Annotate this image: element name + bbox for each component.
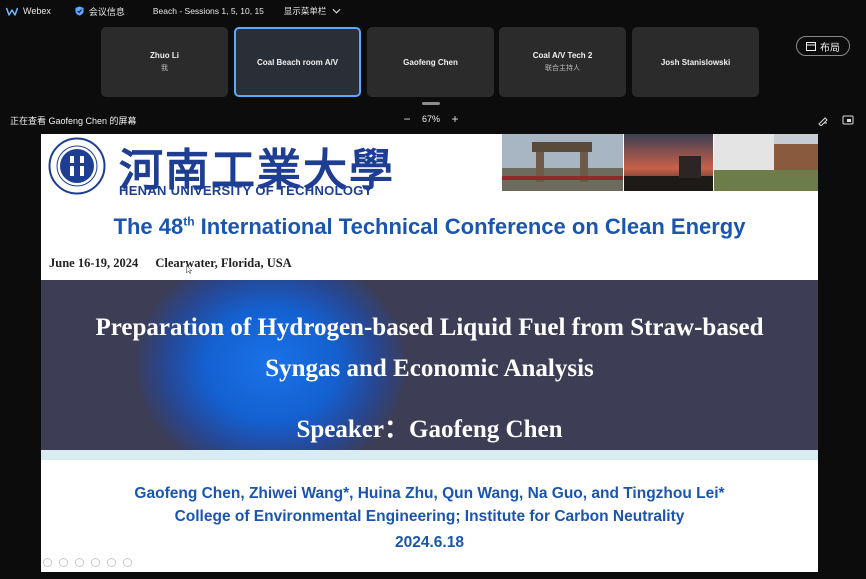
- conference-title-sup: th: [183, 214, 195, 229]
- participant-role: 联合主持人: [545, 65, 580, 72]
- university-name-en: HENAN UNIVERSITY OF TECHNOLOGY: [119, 183, 373, 198]
- participant-tile-active[interactable]: Coal Beach room A/V: [234, 27, 361, 97]
- participant-name: Coal Beach room A/V: [256, 57, 339, 67]
- band-divider: [41, 450, 818, 460]
- campus-sunset-photo: [624, 134, 713, 191]
- participant-tile[interactable]: Josh Stanislowski: [632, 27, 759, 97]
- share-view-bar: 正在查看 Gaofeng Chen 的屏幕 − 67% +: [0, 111, 866, 129]
- zoom-control: − 67% +: [400, 112, 462, 126]
- app-name: Webex: [23, 6, 51, 16]
- participant-name: Zhuo Li: [150, 51, 179, 60]
- talk-title-line2: Syngas and Economic Analysis: [265, 355, 594, 382]
- pen-icon[interactable]: [75, 558, 84, 567]
- participant-tile[interactable]: Coal A/V Tech 2 联合主持人: [499, 27, 626, 97]
- speaker: Speaker：Gaofeng Chen: [296, 416, 563, 443]
- shield-icon: [75, 6, 84, 16]
- strip-resize-handle[interactable]: [422, 102, 440, 105]
- talk-date: 2024.6.18: [395, 534, 464, 551]
- shared-screen: 河南工業大學 HENAN UNIVERSITY OF TECHNOLOGY Th…: [41, 134, 818, 572]
- conference-title: The 48th International Technical Confere…: [41, 214, 818, 240]
- conference-title-prefix: The 48: [113, 214, 184, 239]
- zoom-out-button[interactable]: −: [400, 112, 414, 126]
- participant-name: Josh Stanislowski: [660, 57, 731, 67]
- pop-out-share-icon[interactable]: [842, 114, 854, 126]
- university-emblem-icon: [48, 137, 106, 195]
- app-title: Webex: [6, 6, 51, 16]
- conference-date: June 16-19, 2024: [49, 256, 139, 270]
- authors: Gaofeng Chen, Zhiwei Wang*, Huina Zhu, Q…: [134, 485, 725, 502]
- title-band: Preparation of Hydrogen-based Liquid Fue…: [41, 280, 818, 450]
- slides-icon[interactable]: [91, 558, 100, 567]
- zoom-level: 67%: [422, 114, 441, 124]
- conference-location: Clearwater, Florida, USA: [155, 256, 292, 270]
- prev-slide-icon[interactable]: [43, 558, 52, 567]
- layout-label: 布局: [820, 42, 840, 54]
- show-menubar-button[interactable]: 显示菜单栏: [284, 5, 342, 17]
- chevron-down-icon: [332, 8, 341, 14]
- webex-logo-icon: [6, 7, 18, 16]
- more-icon[interactable]: [123, 558, 132, 567]
- participant-tile[interactable]: Zhuo Li 我: [101, 27, 228, 97]
- meeting-info-label: 会议信息: [88, 6, 125, 17]
- layout-button[interactable]: 布局: [796, 36, 850, 56]
- zoom-in-button[interactable]: +: [448, 112, 462, 126]
- participant-name: Coal A/V Tech 2: [532, 51, 593, 60]
- zoom-icon[interactable]: [107, 558, 116, 567]
- top-bar: Webex 会议信息 Beach - Sessions 1, 5, 10, 15…: [0, 0, 866, 22]
- viewing-label: 正在查看 Gaofeng Chen 的屏幕: [10, 116, 137, 126]
- meeting-info-button[interactable]: 会议信息: [75, 5, 125, 18]
- slideshow-toolbar: [43, 558, 139, 567]
- affiliation: College of Environmental Engineering; In…: [174, 508, 685, 525]
- participant-tile[interactable]: Gaofeng Chen: [367, 27, 494, 97]
- talk-title-line1: Preparation of Hydrogen-based Liquid Fue…: [95, 314, 764, 341]
- next-slide-icon[interactable]: [59, 558, 68, 567]
- mouse-cursor-icon: [186, 265, 192, 274]
- meeting-title: Beach - Sessions 1, 5, 10, 15: [152, 6, 264, 16]
- annotate-icon[interactable]: [817, 114, 829, 126]
- campus-building-photo: [714, 134, 818, 191]
- campus-gate-photo: [502, 134, 623, 191]
- participant-role: 我: [161, 65, 168, 72]
- conference-title-rest: International Technical Conference on Cl…: [194, 214, 746, 239]
- layout-icon: [806, 41, 816, 51]
- show-menubar-label: 显示菜单栏: [283, 6, 327, 16]
- conference-date-location: June 16-19, 2024 Clearwater, Florida, US…: [49, 256, 292, 271]
- participant-name: Gaofeng Chen: [403, 57, 458, 67]
